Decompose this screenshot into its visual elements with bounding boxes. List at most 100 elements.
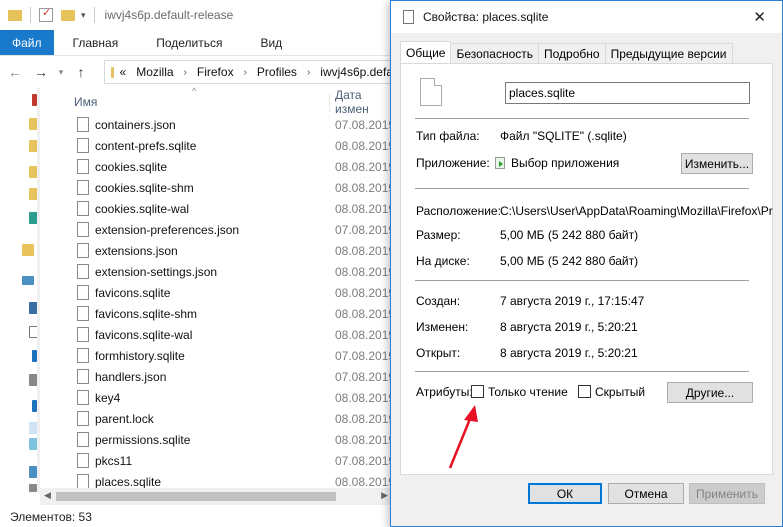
advanced-attributes-button[interactable]: Другие... xyxy=(667,382,753,403)
file-date: 08.08.2019 xyxy=(335,432,396,447)
file-row[interactable]: parent.lock 08.08.2019 xyxy=(40,408,395,429)
document-icon xyxy=(403,10,414,24)
dialog-title: Свойства: places.sqlite xyxy=(423,10,549,24)
file-date: 08.08.2019 xyxy=(335,138,396,153)
column-divider[interactable] xyxy=(329,94,330,112)
file-row[interactable]: cookies.sqlite-wal 08.08.2019 xyxy=(40,198,396,219)
file-row[interactable]: favicons.sqlite 08.08.2019 xyxy=(40,282,396,303)
tab-security[interactable]: Безопасность xyxy=(450,43,540,63)
ribbon-tab-home[interactable]: Главная xyxy=(54,30,138,55)
file-icon xyxy=(77,432,89,447)
breadcrumb-profile-folder[interactable]: iwvj4s6p.defa xyxy=(320,65,393,79)
scrollbar-thumb[interactable] xyxy=(56,492,336,501)
divider xyxy=(415,371,749,372)
close-icon[interactable]: ✕ xyxy=(753,8,766,26)
app-label: Приложение: xyxy=(416,156,490,170)
file-name: favicons.sqlite-shm xyxy=(95,306,198,321)
breadcrumb-firefox[interactable]: Firefox xyxy=(197,65,234,79)
up-arrow-icon[interactable]: ↑ xyxy=(68,64,94,80)
size-on-disk-label: На диске: xyxy=(416,254,470,268)
breadcrumb-mozilla[interactable]: Mozilla xyxy=(136,65,173,79)
file-name: containers.json xyxy=(95,117,176,132)
back-arrow-icon[interactable]: ← xyxy=(2,64,28,80)
breadcrumb-profiles[interactable]: Profiles xyxy=(257,65,297,79)
red-pointer-arrow-icon xyxy=(448,405,478,469)
tab-general[interactable]: Общие xyxy=(400,41,452,63)
file-icon xyxy=(77,117,89,132)
file-icon xyxy=(77,264,89,279)
file-date: 07.08.2019 xyxy=(335,453,396,468)
horizontal-scrollbar[interactable]: ◀ ▶ xyxy=(40,488,392,505)
chevron-right-icon[interactable]: › xyxy=(244,67,247,78)
divider xyxy=(415,188,749,189)
column-header-name[interactable]: Имя xyxy=(74,95,97,109)
file-row[interactable]: containers.json 07.08.2019 xyxy=(40,114,395,135)
new-folder-icon[interactable] xyxy=(61,9,75,21)
readonly-label[interactable]: Только чтение xyxy=(488,385,568,399)
filename-field[interactable] xyxy=(505,82,750,104)
window-title: iwvj4s6p.default-release xyxy=(104,8,234,22)
dialog-tabs: Общие Безопасность Подробно Предыдущие в… xyxy=(400,41,733,63)
file-row[interactable]: favicons.sqlite-wal 08.08.2019 xyxy=(40,324,395,345)
file-date: 08.08.2019 xyxy=(335,285,396,300)
scroll-left-icon[interactable]: ◀ xyxy=(44,490,51,501)
file-icon xyxy=(77,474,89,489)
readonly-checkbox[interactable] xyxy=(471,385,484,398)
forward-arrow-icon[interactable]: → xyxy=(28,64,54,80)
tab-previous-versions[interactable]: Предыдущие версии xyxy=(604,43,733,63)
item-count: Элементов: 53 xyxy=(10,510,92,524)
computer-icon[interactable] xyxy=(22,276,34,285)
file-row[interactable]: content-prefs.sqlite 08.08.2019 xyxy=(40,135,396,156)
hidden-checkbox[interactable] xyxy=(578,385,591,398)
file-row[interactable]: handlers.json 07.08.2019 xyxy=(40,366,395,387)
created-value: 7 августа 2019 г., 17:15:47 xyxy=(500,294,645,308)
file-icon xyxy=(77,159,89,174)
file-row[interactable]: pkcs11 07.08.2019 xyxy=(40,450,396,471)
file-icon xyxy=(77,243,89,258)
file-date: 08.08.2019 xyxy=(335,390,396,405)
file-icon xyxy=(77,390,89,405)
ribbon-tab-share[interactable]: Поделиться xyxy=(137,30,241,55)
address-bar[interactable]: « Mozilla › Firefox › Profiles › iwvj4s6p.d… xyxy=(104,60,404,84)
file-row[interactable]: extension-preferences.json 07.08.2019 xyxy=(40,219,395,240)
file-date: 08.08.2019 xyxy=(335,159,396,174)
tab-details[interactable]: Подробно xyxy=(538,43,606,63)
drive-icon[interactable] xyxy=(29,466,37,478)
ok-button[interactable]: ОК xyxy=(528,483,602,504)
file-date: 08.08.2019 xyxy=(335,243,396,258)
recent-dropdown-icon[interactable]: ▾ xyxy=(54,67,68,78)
file-icon xyxy=(77,348,89,363)
file-row[interactable]: cookies.sqlite 08.08.2019 xyxy=(40,156,396,177)
folder-icon[interactable] xyxy=(22,244,34,256)
file-date: 08.08.2019 xyxy=(335,201,396,216)
file-icon xyxy=(77,180,89,195)
drive-icon[interactable] xyxy=(29,484,37,492)
file-row[interactable]: extensions.json 08.08.2019 xyxy=(40,240,396,261)
file-row[interactable]: extension-settings.json 08.08.2019 xyxy=(40,261,395,282)
file-row[interactable]: cookies.sqlite-shm 08.08.2019 xyxy=(40,177,395,198)
modified-value: 8 августа 2019 г., 5:20:21 xyxy=(500,320,638,334)
apply-button[interactable]: Применить xyxy=(689,483,765,504)
breadcrumb-overflow[interactable]: « xyxy=(120,65,127,79)
chevron-right-icon[interactable]: › xyxy=(184,67,187,78)
file-row[interactable]: favicons.sqlite-shm 08.08.2019 xyxy=(40,303,395,324)
file-name: cookies.sqlite xyxy=(95,159,168,174)
location-label: Расположение: xyxy=(416,204,501,218)
cancel-button[interactable]: Отмена xyxy=(608,483,684,504)
change-app-button[interactable]: Изменить... xyxy=(681,153,753,174)
file-row[interactable]: permissions.sqlite 08.08.2019 xyxy=(40,429,396,450)
column-header-date[interactable]: Дата измен xyxy=(335,88,392,116)
qat-dropdown-icon[interactable]: ▾ xyxy=(81,10,86,21)
file-row[interactable]: key4 08.08.2019 xyxy=(40,387,396,408)
divider xyxy=(415,118,749,119)
chevron-right-icon[interactable]: › xyxy=(307,67,310,78)
ribbon-tab-file[interactable]: Файл xyxy=(0,30,54,55)
folder-icon[interactable] xyxy=(8,9,22,21)
ribbon-tab-view[interactable]: Вид xyxy=(241,30,301,55)
modified-label: Изменен: xyxy=(416,320,469,334)
scroll-right-icon[interactable]: ▶ xyxy=(381,490,388,501)
hidden-label[interactable]: Скрытый xyxy=(595,385,645,399)
file-row[interactable]: formhistory.sqlite 07.08.2019 xyxy=(40,345,395,366)
properties-check-icon[interactable]: ✓ xyxy=(39,7,53,22)
file-type-label: Тип файла: xyxy=(416,129,480,143)
